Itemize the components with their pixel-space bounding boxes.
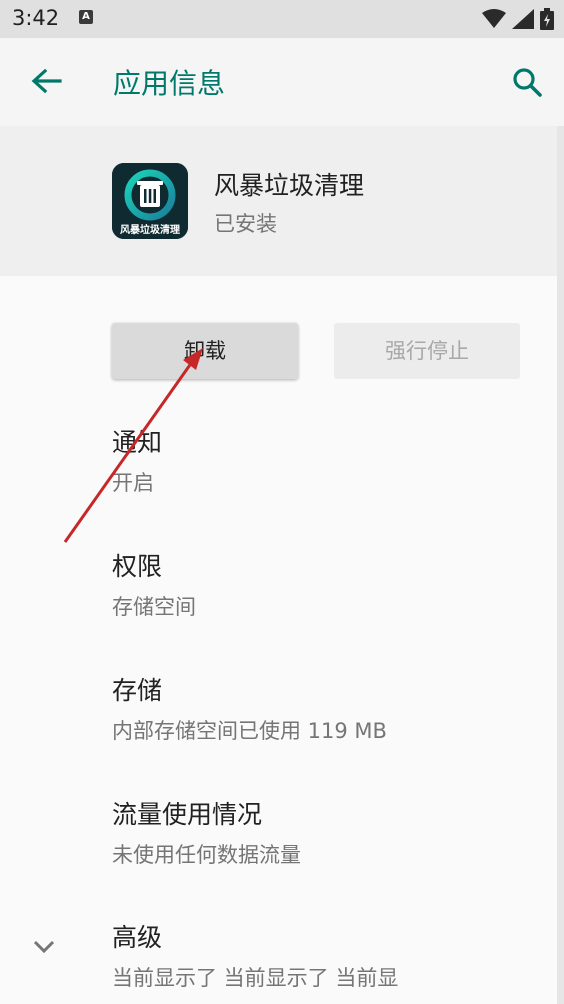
force-stop-button[interactable]: 强行停止 — [334, 323, 520, 379]
settings-item-advanced[interactable]: 高级 当前显示了 当前显示了 当前显 — [112, 918, 442, 992]
app-bar: 应用信息 — [0, 38, 564, 126]
item-subtitle: 存储空间 — [112, 595, 196, 619]
search-icon — [513, 68, 542, 97]
notification-badge-icon: A — [79, 10, 93, 24]
item-title: 流量使用情况 — [112, 800, 263, 829]
item-subtitle: 未使用任何数据流量 — [112, 843, 301, 867]
settings-content: 卸载 强行停止 通知 开启 权限 存储空间 存储 内部存储空间已使用 119 M… — [0, 276, 557, 1004]
search-button[interactable] — [508, 62, 548, 102]
app-icon-caption: 风暴垃圾清理 — [120, 225, 180, 236]
item-subtitle: 当前显示了 当前显示了 当前显 — [112, 966, 399, 990]
settings-item-data-usage[interactable]: 流量使用情况 未使用任何数据流量 — [112, 795, 301, 869]
app-name: 风暴垃圾清理 — [214, 171, 365, 200]
app-install-status: 已安装 — [214, 212, 277, 236]
app-icon: 风暴垃圾清理 — [112, 163, 188, 239]
settings-item-notifications[interactable]: 通知 开启 — [112, 423, 162, 497]
chevron-down-icon[interactable] — [28, 930, 60, 962]
settings-item-storage[interactable]: 存储 内部存储空间已使用 119 MB — [112, 671, 387, 745]
item-title: 权限 — [112, 552, 163, 581]
page-title: 应用信息 — [113, 67, 226, 100]
status-icons — [482, 8, 554, 30]
battery-icon — [540, 8, 554, 30]
back-arrow-icon — [31, 68, 62, 94]
item-title: 通知 — [112, 428, 163, 457]
settings-item-permissions[interactable]: 权限 存储空间 — [112, 547, 196, 621]
wifi-icon — [482, 9, 506, 28]
item-subtitle: 内部存储空间已使用 119 MB — [112, 719, 387, 743]
back-button[interactable] — [26, 62, 66, 102]
app-header: 风暴垃圾清理 风暴垃圾清理 已安装 — [0, 126, 557, 276]
item-title: 存储 — [112, 676, 163, 705]
signal-icon — [512, 9, 534, 29]
status-time: 3:42 — [12, 6, 60, 30]
status-bar: 3:42 A — [0, 0, 564, 38]
uninstall-button[interactable]: 卸载 — [112, 323, 298, 379]
item-title: 高级 — [112, 923, 163, 952]
scrollbar[interactable] — [557, 126, 564, 1004]
item-subtitle: 开启 — [112, 471, 154, 495]
